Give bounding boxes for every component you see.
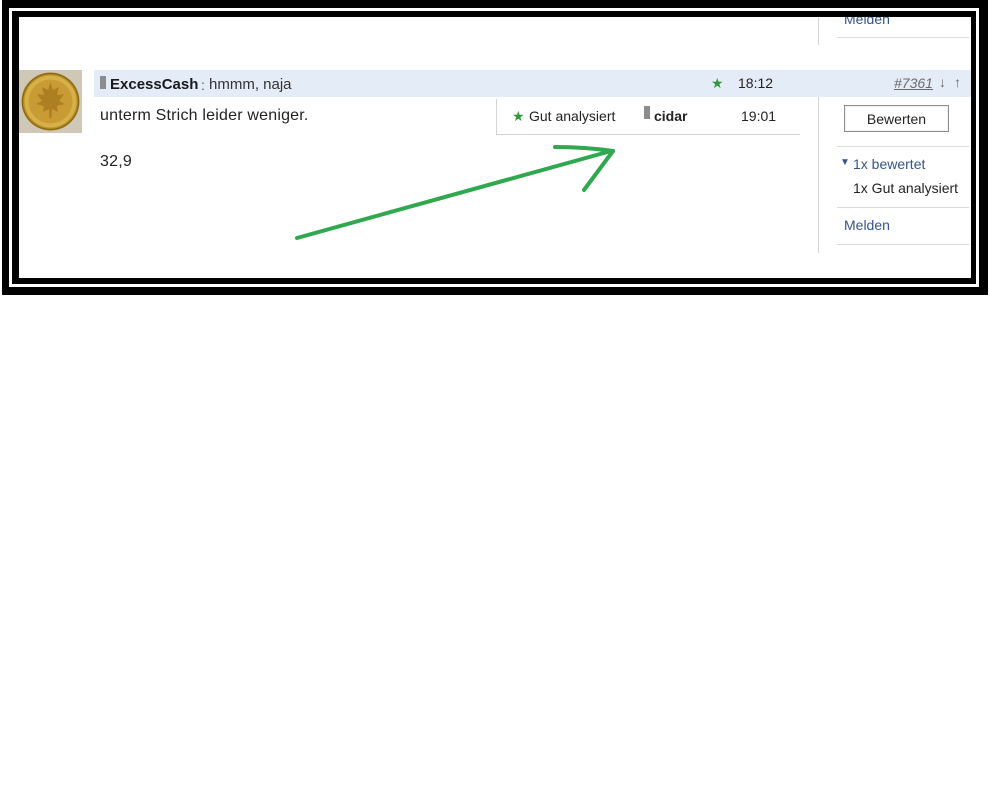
forum-post-area: Melden ExcessCash : hmmm, naja ★ 18:12 #… (19, 17, 971, 278)
green-arrow-annotation (295, 145, 615, 240)
